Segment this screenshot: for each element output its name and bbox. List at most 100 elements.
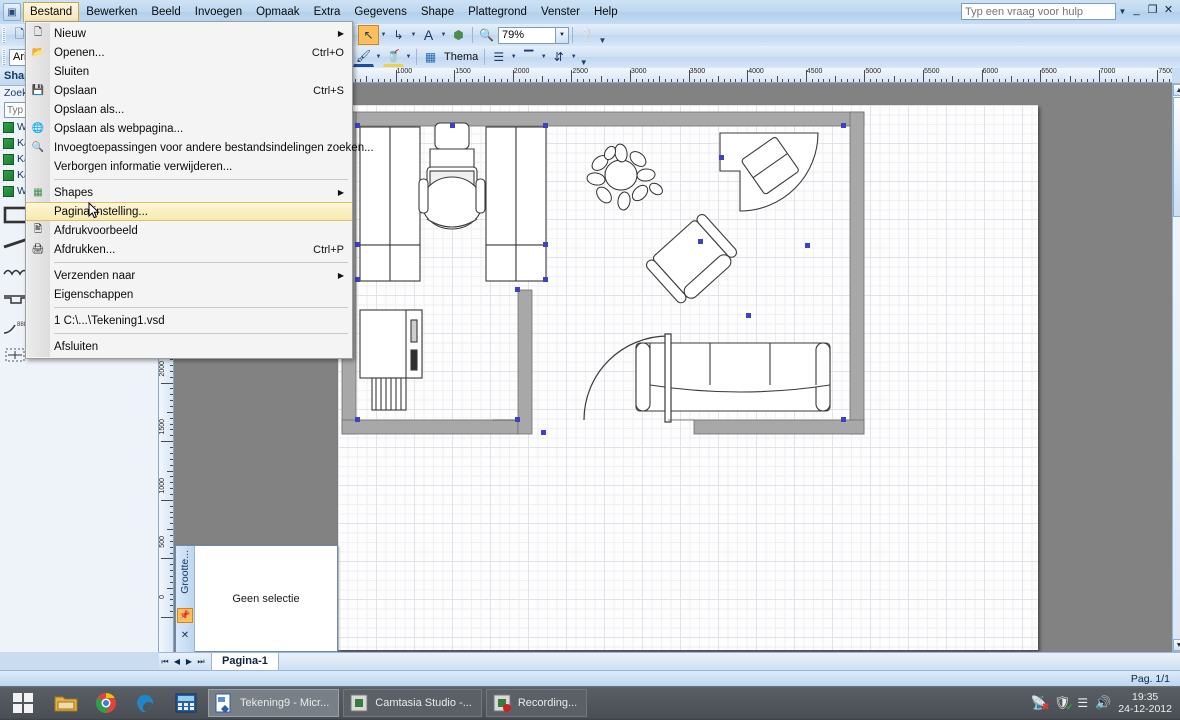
menu-item-nieuw[interactable]: 🗋 Nieuw ▶ <box>26 24 352 43</box>
edge-icon[interactable] <box>126 686 166 720</box>
close-icon[interactable]: ✕ <box>178 628 192 642</box>
menu-item-beeld[interactable]: Beeld <box>144 2 187 23</box>
prev-page-button[interactable]: ◀ <box>171 655 183 669</box>
menu-item-pagina-instelling[interactable]: Pagina-instelling... <box>26 202 352 221</box>
camtasia-icon <box>350 694 368 712</box>
menu-item-extra[interactable]: Extra <box>307 2 348 23</box>
menu-item-afdrukvoorbeeld[interactable]: 🖹 Afdrukvoorbeeld <box>26 221 352 240</box>
menu-item-shapes[interactable]: ▦ Shapes ▶ <box>26 183 352 202</box>
size-window-titlebar[interactable]: Grootte... 📌 ✕ <box>176 546 195 653</box>
visio-app-icon[interactable]: ▣ <box>3 3 21 21</box>
size-position-window[interactable]: Grootte... 📌 ✕ Geen selectie <box>175 545 338 653</box>
start-button[interactable] <box>0 686 46 720</box>
line-weight-dropdown-arrow[interactable]: ▼ <box>509 47 518 67</box>
window-minimize-button[interactable]: _ <box>1129 3 1144 18</box>
menu-item-afdrukken[interactable]: 🖨 Afdrukken... Ctrl+P <box>26 240 352 259</box>
line-color-button[interactable]: 🖌 <box>353 47 374 67</box>
menu-item-bewerken[interactable]: Bewerken <box>79 2 144 23</box>
drawing-page[interactable] <box>338 105 1038 650</box>
page-indicator: Pag. 1/1 <box>1130 672 1170 685</box>
menu-item-gegevens[interactable]: Gegevens <box>347 2 413 23</box>
toolbar-overflow-button[interactable]: ▼ <box>597 25 608 45</box>
help-dropdown-arrow[interactable]: ▼ <box>1117 5 1128 18</box>
visio-icon <box>215 693 231 713</box>
menu-label: Beeld <box>151 5 181 18</box>
menu-item-verborgen-informatie[interactable]: Verborgen informatie verwijderen... <box>26 157 352 176</box>
window-restore-button[interactable]: ❐ <box>1145 3 1160 18</box>
page-tab-pagina-1[interactable]: Pagina-1 <box>211 652 279 671</box>
toolbar-grip[interactable] <box>2 27 6 43</box>
theme-icon[interactable]: ▦ <box>420 47 441 67</box>
menu-item-plattegrond[interactable]: Plattegrond <box>461 2 534 23</box>
drawing-tool-button[interactable]: ⬢ <box>448 25 469 45</box>
menu-item-bestand[interactable]: Bestand <box>23 1 80 23</box>
windows-taskbar: Tekening9 - Micr... Camtasia Studio -...… <box>0 686 1180 720</box>
calculator-icon[interactable] <box>166 686 206 720</box>
line-color-dropdown-arrow[interactable]: ▼ <box>374 47 383 67</box>
menu-item-venster[interactable]: Venster <box>534 2 587 23</box>
zoom-dropdown-arrow[interactable]: ▼ <box>556 26 569 44</box>
help-question-input[interactable] <box>961 3 1116 20</box>
vertical-scroll-thumb[interactable] <box>1173 97 1180 217</box>
menu-item-help[interactable]: Help <box>587 2 625 23</box>
signal-icon[interactable]: ☰ <box>1077 696 1088 710</box>
vertical-scrollbar[interactable]: ▲ ▼ <box>1172 83 1180 652</box>
line-weight-button[interactable]: ☰ <box>488 47 509 67</box>
fill-color-button[interactable]: 🥤 <box>383 47 404 67</box>
menu-label: Venster <box>540 5 580 18</box>
taskbar-item-recording[interactable]: Recording... <box>485 689 588 717</box>
menu-item-shape[interactable]: Shape <box>414 2 461 23</box>
menu-item-eigenschappen[interactable]: Eigenschappen <box>26 285 352 304</box>
scroll-down-button[interactable]: ▼ <box>1173 639 1180 651</box>
line-pattern-button[interactable]: ▔ <box>518 47 539 67</box>
menu-item-verzenden-naar[interactable]: Verzenden naar ▶ <box>26 266 352 285</box>
security-shield-icon[interactable]: 🛡 ✔ <box>1054 695 1074 712</box>
line-ends-button[interactable]: ⇵ <box>548 47 569 67</box>
last-page-button[interactable]: ⏭ <box>195 655 207 669</box>
connector-dropdown-arrow[interactable]: ▼ <box>409 25 418 45</box>
menu-item-openen[interactable]: 📂 Openen... Ctrl+O <box>26 43 352 62</box>
theme-label[interactable]: Thema <box>441 51 481 63</box>
pointer-tool-dropdown-arrow[interactable]: ▼ <box>379 25 388 45</box>
zoom-level-input[interactable] <box>498 26 556 44</box>
edge-glyph <box>137 694 154 713</box>
pointer-tool-button[interactable]: ↖ <box>358 25 379 45</box>
pin-icon[interactable]: 📌 <box>177 608 193 623</box>
line-ends-dropdown-arrow[interactable]: ▼ <box>569 47 578 67</box>
submenu-arrow-icon: ▶ <box>337 271 344 280</box>
menu-item-opslaan[interactable]: 💾 Opslaan Ctrl+S <box>26 81 352 100</box>
menu-item-recent-file-1[interactable]: 1 C:\...\Tekening1.vsd <box>26 311 352 330</box>
taskbar-item-visio[interactable]: Tekening9 - Micr... <box>208 689 340 717</box>
menu-item-opslaan-als[interactable]: Opslaan als... <box>26 100 352 119</box>
fill-color-dropdown-arrow[interactable]: ▼ <box>404 47 413 67</box>
menu-item-invoegtoepassingen[interactable]: 🔍 Invoegtoepassingen voor andere bestand… <box>26 138 374 157</box>
help-button[interactable]: ❔ <box>576 25 597 45</box>
line-pattern-dropdown-arrow[interactable]: ▼ <box>539 47 548 67</box>
menu-item-afsluiten[interactable]: Afsluiten <box>26 337 352 356</box>
connector-tool-button[interactable]: ↳ <box>388 25 409 45</box>
file-explorer-icon[interactable] <box>46 686 86 720</box>
ruler-label: 6000 <box>982 68 999 75</box>
taskbar-clock[interactable]: 19:35 24-12-2012 <box>1118 691 1172 715</box>
menu-item-invoegen[interactable]: Invoegen <box>188 2 249 23</box>
menu-item-opslaan-als-webpagina[interactable]: 🌐 Opslaan als webpagina... <box>26 119 352 138</box>
network-error-icon[interactable]: 📡 ✖ <box>1031 695 1050 713</box>
text-tool-dropdown-arrow[interactable]: ▼ <box>439 25 448 45</box>
chrome-icon[interactable] <box>86 686 126 720</box>
volume-icon[interactable]: 🔊 <box>1095 695 1111 711</box>
next-page-button[interactable]: ▶ <box>183 655 195 669</box>
text-tool-button[interactable]: A <box>418 25 439 45</box>
window-close-button[interactable]: ✕ <box>1161 3 1176 18</box>
file-dropdown-menu[interactable]: 🗋 Nieuw ▶ 📂 Openen... Ctrl+O Sluiten 💾 O… <box>25 21 374 359</box>
menu-item-sluiten[interactable]: Sluiten <box>26 62 352 81</box>
ruler-label: 2000 <box>513 68 530 75</box>
scroll-up-button[interactable]: ▲ <box>1173 84 1180 96</box>
zoom-fit-button[interactable]: 🔍 <box>476 25 497 45</box>
taskbar-item-camtasia[interactable]: Camtasia Studio -... <box>343 689 482 717</box>
first-page-button[interactable]: ⏮ <box>159 655 171 669</box>
toolbar-overflow-button[interactable]: ▼ <box>578 47 589 67</box>
toolbar-grip[interactable] <box>2 49 6 65</box>
menu-item-opmaak[interactable]: Opmaak <box>249 2 306 23</box>
floor-plan-drawing[interactable] <box>338 105 1038 650</box>
taskbar-item-label: Tekening9 - Micr... <box>240 697 330 709</box>
